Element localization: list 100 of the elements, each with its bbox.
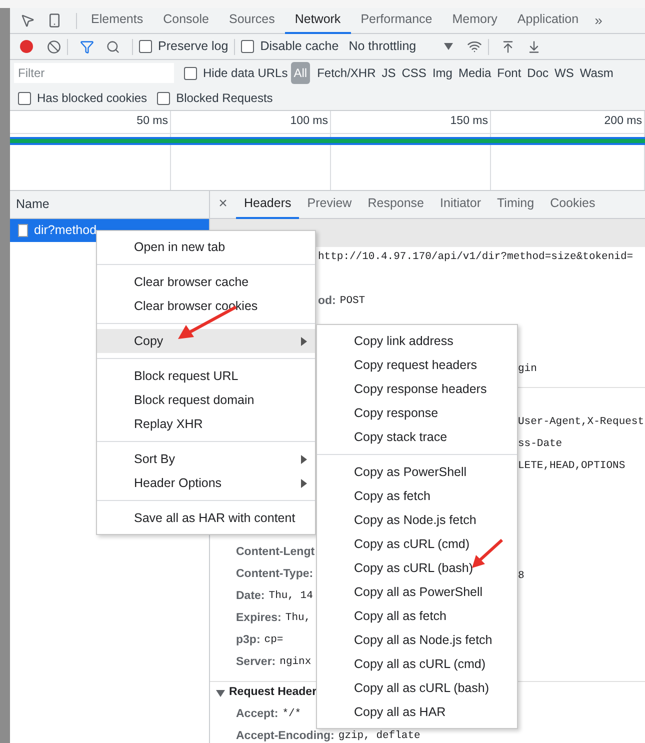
menu-item[interactable]: Copy as cURL (bash) [317,556,517,580]
checkbox-label: Hide data URLs [203,65,288,82]
checkbox[interactable] [139,40,152,53]
header-value: LETE,HEAD,OPTIONS [518,460,626,472]
time-tick: 50 ms [136,114,168,130]
menu-item[interactable]: Copy as Node.js fetch [317,508,517,532]
checkbox-label: Preserve log [158,38,228,56]
menu-item[interactable]: Copy all as cURL (cmd) [317,652,517,676]
menu-item[interactable]: Save all as HAR with content [97,506,315,530]
menu-item[interactable]: Copy all as cURL (bash) [317,676,517,700]
menu-item[interactable]: Open in new tab [97,235,315,259]
type-filter[interactable]: CSS [398,62,430,84]
menu-item[interactable]: Copy response [317,401,517,425]
header-name: Server: [236,655,276,670]
clear-icon[interactable] [47,40,61,54]
header-name: Content-Type: [236,567,314,582]
checkbox-label: Disable cache [260,38,339,56]
network-conditions-icon[interactable] [467,39,482,54]
menu-item[interactable]: Sort By [97,447,315,471]
column-header: Name [16,196,50,214]
header-value: gin [518,363,537,376]
panel-tab[interactable]: Application [507,8,589,34]
type-filter[interactable]: Media [455,62,494,84]
type-filter[interactable]: Wasm [576,62,616,84]
checkbox[interactable] [18,92,31,104]
header-name: Content-Lengt [236,545,315,560]
header-value: ss-Date [518,438,562,450]
record-button[interactable] [20,40,33,53]
document-icon [18,224,28,237]
inspect-icon[interactable] [20,13,35,28]
menu-item[interactable]: Clear browser cache [97,270,315,294]
expand-triangle-icon[interactable] [216,688,225,698]
header-name: p3p: [236,633,260,648]
more-tabs-button[interactable]: » [594,10,602,31]
menu-item[interactable]: Copy response headers [317,377,517,401]
panel-tab[interactable]: Memory [442,8,508,34]
header-value: gzip, deflate [338,729,420,743]
menu-item[interactable]: Copy all as PowerShell [317,580,517,604]
submenu-arrow-icon [301,478,307,488]
type-filter[interactable]: Doc [524,62,552,84]
header-name: od: [318,294,336,310]
header-value: */* [282,707,302,722]
menu-item[interactable]: Replay XHR [97,412,315,436]
header-value: http://10.4.97.170/api/v1/dir?method=size&tokenid= [318,250,634,266]
header-name: Date: [236,589,265,604]
menu-item[interactable]: Copy all as fetch [317,604,517,628]
details-tab[interactable]: Response [360,190,432,218]
search-icon[interactable] [106,40,120,54]
header-name: Accept: [236,707,278,722]
menu-item[interactable]: Block request URL [97,364,315,388]
checkbox[interactable] [241,40,254,53]
checkbox-label: Has blocked cookies [37,90,148,107]
menu-item[interactable]: Copy stack trace [317,425,517,449]
panel-tab[interactable]: Elements [81,8,154,34]
device-icon[interactable] [47,13,62,28]
panel-tab[interactable]: Performance [350,8,442,34]
upload-icon[interactable] [501,40,516,54]
menu-item[interactable]: Block request domain [97,388,315,412]
menu-item[interactable]: Copy as cURL (cmd) [317,532,517,556]
section-title: Request Header [229,685,317,700]
checkbox[interactable] [157,92,170,104]
type-filter[interactable]: WS [552,62,577,84]
menu-item[interactable]: Copy all as Node.js fetch [317,628,517,652]
menu-item[interactable]: Copy link address [317,329,517,353]
close-button[interactable]: × [210,193,236,216]
menu-item[interactable]: Copy as PowerShell [317,460,517,484]
header-value: Thu, 14 [268,589,313,604]
type-filter[interactable]: JS [378,62,399,84]
time-tick: 150 ms [450,114,488,130]
submenu-arrow-icon [301,336,307,346]
header-value: 8 [518,570,524,582]
menu-item[interactable]: Copy request headers [317,353,517,377]
filter-input[interactable]: Filter [14,63,174,83]
header-value: nginx [280,655,312,670]
menu-item[interactable]: Header Options [97,471,315,495]
time-tick: 100 ms [290,114,328,130]
checkbox[interactable] [184,66,197,80]
header-value: cp= [264,633,284,648]
dropdown-icon [444,43,454,50]
menu-item[interactable]: Copy as fetch [317,484,517,508]
submenu-arrow-icon [301,454,307,464]
details-tab[interactable]: Cookies [542,190,604,218]
header-value: Thu, [285,611,311,626]
details-tab[interactable]: Initiator [432,190,490,218]
menu-item[interactable]: Copy all as HAR [317,700,517,724]
type-filter[interactable]: Font [494,62,524,84]
panel-tab[interactable]: Console [153,8,219,34]
menu-item[interactable]: Copy [97,329,315,353]
type-filter[interactable]: Img [429,62,456,84]
download-icon[interactable] [527,40,542,54]
type-filter[interactable]: Fetch/XHR [314,62,379,84]
panel-tab[interactable]: Sources [218,8,285,34]
filter-icon[interactable] [80,40,94,54]
throttling-select[interactable]: No throttling [348,37,454,56]
details-tab[interactable]: Preview [299,190,360,218]
checkbox-label: Blocked Requests [176,90,273,107]
header-name: Expires: [236,611,282,626]
time-tick: 200 ms [604,114,642,130]
details-tab[interactable]: Timing [489,190,542,218]
header-value: User-Agent,X-Request [518,416,644,428]
